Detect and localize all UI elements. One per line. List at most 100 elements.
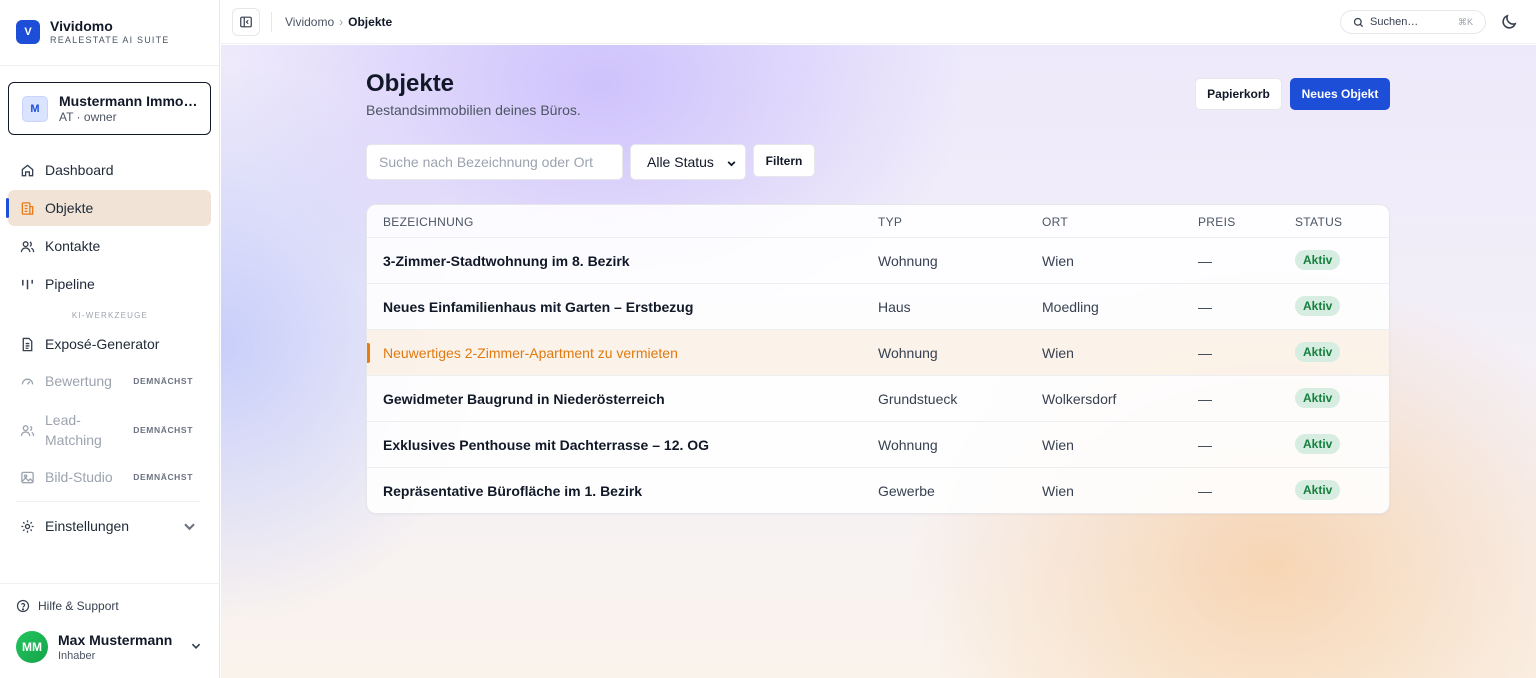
status-select[interactable]: Alle Status	[630, 144, 746, 180]
chevron-down-icon	[184, 523, 195, 530]
brand-name: Vividomo	[50, 18, 113, 34]
pipeline-icon	[22, 279, 33, 289]
sidebar: V Vividomo REALESTATE AI SUITE M Musterm…	[0, 0, 220, 678]
cell-type: Wohnung	[878, 345, 938, 361]
breadcrumb-current: Objekte	[348, 15, 393, 29]
new-object-button[interactable]: Neues Objekt	[1290, 78, 1390, 110]
column-header-name[interactable]: BEZEICHNUNG	[383, 215, 474, 229]
cell-name: Neues Einfamilienhaus mit Garten – Erstb…	[383, 299, 694, 315]
sidebar-item-expose-generator[interactable]: Exposé-Generator	[8, 326, 211, 362]
org-avatar: M	[22, 95, 48, 122]
row-hover-indicator	[367, 343, 370, 363]
brand[interactable]: V Vividomo REALESTATE AI SUITE	[16, 18, 170, 46]
column-header-status[interactable]: STATUS	[1295, 215, 1342, 229]
table-row[interactable]: Neues Einfamilienhaus mit Garten – Erstb…	[367, 284, 1389, 330]
cell-price: —	[1198, 253, 1212, 269]
cell-place: Wien	[1042, 483, 1074, 499]
filter-button[interactable]: Filtern	[753, 144, 815, 177]
search-label: Suchen…	[1370, 16, 1419, 28]
table-row[interactable]: Neuwertiges 2-Zimmer-Apartment zu vermie…	[367, 330, 1389, 376]
gauge-icon	[21, 378, 34, 385]
cell-name: 3-Zimmer-Stadtwohnung im 8. Bezirk	[383, 253, 630, 269]
brand-logo: V	[16, 20, 40, 44]
sidebar-item-label: Exposé-Generator	[45, 336, 160, 352]
user-menu[interactable]: MM Max Mustermann Inhaber	[16, 630, 212, 664]
status-select-value: Alle Status	[647, 154, 714, 170]
cell-type: Wohnung	[878, 437, 938, 453]
table-header: BEZEICHNUNG TYP ORT PREIS STATUS	[367, 205, 1389, 238]
org-name: Mustermann Immob…	[59, 92, 201, 109]
breadcrumb-root[interactable]: Vividomo	[285, 15, 334, 29]
sidebar-item-einstellungen[interactable]: Einstellungen	[8, 508, 211, 544]
help-support-link[interactable]: Hilfe & Support	[16, 599, 119, 613]
sidebar-item-label: Matching	[45, 432, 102, 448]
cell-place: Wien	[1042, 253, 1074, 269]
user-match-icon	[20, 424, 35, 436]
cell-name: Gewidmeter Baugrund in Niederösterreich	[383, 391, 665, 407]
divider	[16, 501, 200, 502]
global-search[interactable]: Suchen… ⌘K	[1340, 10, 1486, 34]
table-row[interactable]: 3-Zimmer-Stadtwohnung im 8. Bezirk Wohnu…	[367, 238, 1389, 284]
active-indicator	[6, 198, 9, 218]
status-badge: Aktiv	[1295, 480, 1341, 500]
divider	[271, 12, 272, 32]
moon-icon[interactable]	[1500, 13, 1518, 31]
sidebar-item-label: Bild-Studio	[45, 469, 113, 485]
chevron-down-icon	[191, 643, 201, 649]
document-icon	[22, 337, 33, 351]
sidebar-item-label: Bewertung	[45, 373, 112, 389]
sidebar-item-label: Einstellungen	[45, 518, 130, 534]
column-header-place[interactable]: ORT	[1042, 215, 1068, 229]
sidebar-item-dashboard[interactable]: Dashboard	[8, 152, 211, 188]
status-badge: Aktiv	[1295, 342, 1341, 362]
user-role: Inhaber	[58, 649, 96, 662]
sidebar-item-bewertung: Bewertung DEMNÄCHST	[8, 363, 211, 399]
organization-switcher[interactable]: M Mustermann Immob… AT · owner	[8, 82, 211, 135]
search-shortcut: ⌘K	[1457, 16, 1473, 27]
status-badge: Aktiv	[1295, 388, 1341, 408]
help-label: Hilfe & Support	[38, 599, 119, 613]
search-input[interactable]	[366, 144, 623, 180]
cell-place: Wien	[1042, 345, 1074, 361]
image-icon	[21, 471, 34, 483]
cell-name: Repräsentative Bürofläche im 1. Bezirk	[383, 483, 643, 499]
table-row[interactable]: Exklusives Penthouse mit Dachterrasse – …	[367, 422, 1389, 468]
column-header-type[interactable]: TYP	[878, 215, 902, 229]
avatar: MM	[16, 631, 48, 663]
nav-section-ki-werkzeuge: KI-WERKZEUGE	[71, 311, 149, 320]
table-row[interactable]: Gewidmeter Baugrund in Niederösterreich …	[367, 376, 1389, 422]
cell-place: Wolkersdorf	[1042, 391, 1117, 407]
org-meta: AT · owner	[59, 109, 117, 124]
sidebar-item-pipeline[interactable]: Pipeline	[8, 266, 211, 302]
sidebar-toggle-icon	[240, 16, 252, 28]
sidebar-item-label: Dashboard	[45, 162, 114, 178]
column-header-price[interactable]: PREIS	[1198, 215, 1236, 229]
sidebar-item-label: Kontakte	[45, 238, 101, 254]
main-content: Objekte Bestandsimmobilien deines Büros.…	[221, 45, 1536, 678]
sidebar-item-label: Pipeline	[45, 276, 95, 292]
trash-button[interactable]: Papierkorb	[1195, 78, 1282, 110]
cell-place: Moedling	[1042, 299, 1099, 315]
divider	[0, 65, 219, 66]
breadcrumb-separator: ›	[339, 15, 344, 29]
status-badge: Aktiv	[1295, 434, 1341, 454]
cell-type: Grundstueck	[878, 391, 958, 407]
sidebar-item-kontakte[interactable]: Kontakte	[8, 228, 211, 264]
cell-type: Haus	[878, 299, 911, 315]
divider	[0, 583, 220, 584]
sidebar-item-lead-matching: Lead- Matching DEMNÄCHST	[8, 408, 211, 452]
brand-subtitle: REALESTATE AI SUITE	[50, 35, 170, 45]
cell-name: Neuwertiges 2-Zimmer-Apartment zu vermie…	[383, 345, 678, 361]
users-icon	[20, 240, 35, 252]
cell-place: Wien	[1042, 437, 1074, 453]
status-badge: Aktiv	[1295, 250, 1341, 270]
search-icon	[1353, 17, 1364, 27]
sidebar-toggle-button[interactable]	[232, 8, 260, 36]
sidebar-item-objekte[interactable]: Objekte	[6, 190, 211, 226]
cell-price: —	[1198, 483, 1212, 499]
sidebar-item-bild-studio: Bild-Studio DEMNÄCHST	[8, 459, 211, 495]
gear-icon	[21, 519, 34, 533]
breadcrumb: Vividomo › Objekte	[285, 15, 392, 29]
table-row[interactable]: Repräsentative Bürofläche im 1. Bezirk G…	[367, 468, 1389, 513]
coming-soon-badge: DEMNÄCHST	[133, 472, 193, 482]
